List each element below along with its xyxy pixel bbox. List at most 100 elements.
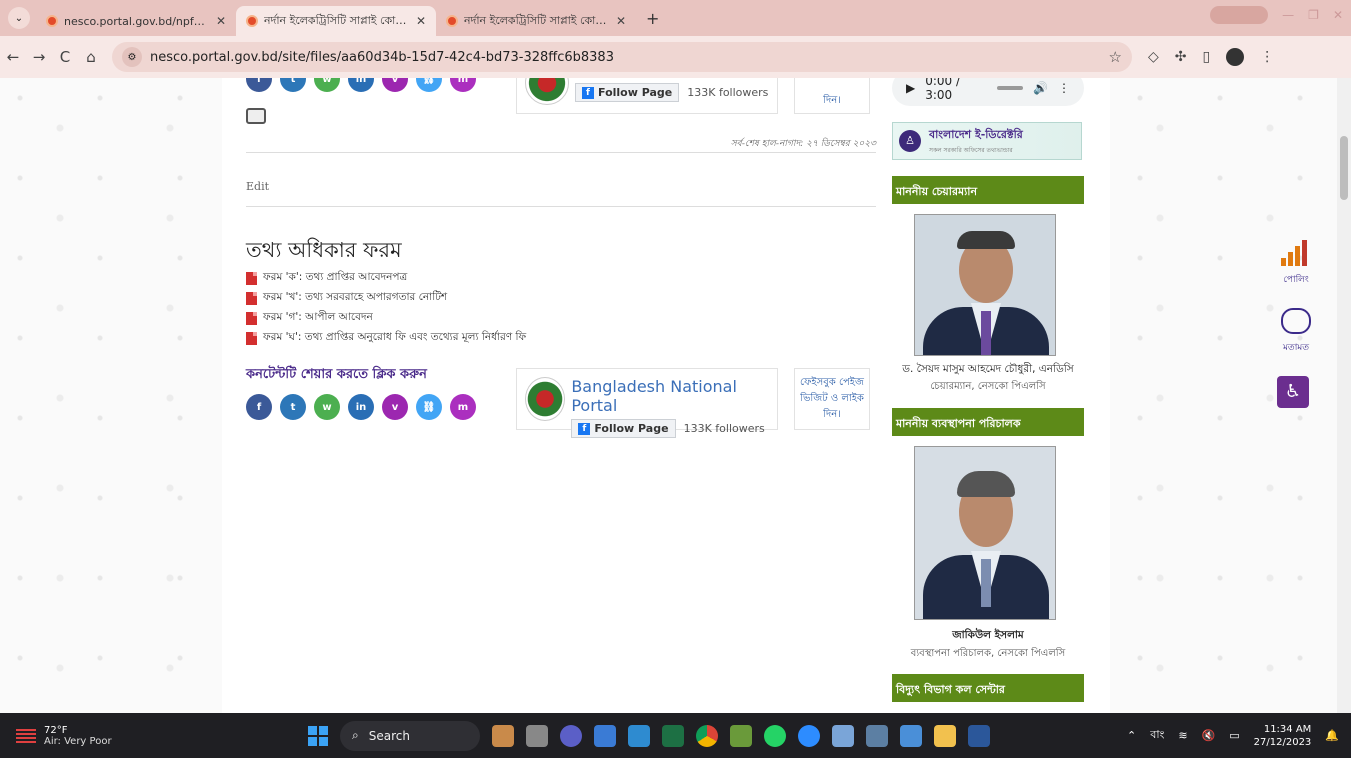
messenger-icon[interactable]: m: [450, 394, 476, 420]
tray-chevron-icon[interactable]: ⌃: [1127, 729, 1136, 742]
messenger-icon[interactable]: m: [450, 78, 476, 92]
clock[interactable]: 11:34 AM 27/12/2023: [1254, 723, 1312, 749]
page-viewport: f t w in v ⛓ m f Follow Page 133K followers দিন…: [0, 78, 1351, 713]
whatsapp-icon[interactable]: w: [314, 394, 340, 420]
profile-avatar[interactable]: [1226, 48, 1245, 66]
windows-start-icon[interactable]: [308, 725, 328, 746]
volume-muted-icon[interactable]: 🔇: [1202, 729, 1216, 742]
url-text[interactable]: nesco.portal.gov.bd/site/files/aa60d34b-…: [150, 50, 1101, 65]
fb-page-name[interactable]: Bangladesh National Portal: [571, 377, 769, 415]
browser-tab[interactable]: nesco.portal.gov.bd/npfadmin/ ✕: [36, 6, 236, 36]
edit-link[interactable]: Edit: [246, 180, 269, 193]
volume-icon[interactable]: 🔊: [1033, 81, 1048, 95]
word-icon[interactable]: [968, 724, 990, 747]
app-icon[interactable]: [866, 724, 888, 747]
bookmark-star-icon[interactable]: ☆: [1109, 48, 1122, 66]
share-buttons: f t w in v ⛓ m: [246, 394, 476, 420]
close-tab-icon[interactable]: ✕: [616, 14, 626, 28]
weather-air: Air: Very Poor: [44, 735, 112, 747]
close-tab-icon[interactable]: ✕: [416, 14, 426, 28]
app-icon[interactable]: [730, 724, 752, 747]
battery-icon[interactable]: ▭: [1229, 729, 1239, 742]
whatsapp-icon[interactable]: w: [314, 78, 340, 92]
play-icon[interactable]: ▶: [906, 81, 915, 95]
scrollbar-thumb[interactable]: [1340, 136, 1348, 200]
browser-tab-active[interactable]: নর্দান ইলেকট্রিসিটি সাপ্লাই কোম্পানি ✕: [236, 6, 436, 36]
site-info-icon[interactable]: ⚙: [122, 47, 142, 67]
tab-search-button[interactable]: ⌄: [8, 7, 30, 29]
chrome-icon[interactable]: [696, 724, 718, 747]
facebook-icon[interactable]: f: [246, 78, 272, 92]
fb-like-box-top[interactable]: দিন।: [794, 78, 870, 114]
linkedin-icon[interactable]: in: [348, 394, 374, 420]
file-link[interactable]: ফরম 'ক': তথ্য প্রাপ্তির আবেদনপত্র: [246, 268, 526, 288]
e-directory-subtitle: সকল সরকারি অফিসের তথ্যভান্ডার: [929, 147, 1013, 154]
taskbar-search[interactable]: ⌕ Search: [340, 720, 480, 751]
linkedin-icon[interactable]: in: [348, 78, 374, 92]
twitter-icon[interactable]: t: [280, 78, 306, 92]
remote-desktop-icon[interactable]: [628, 724, 650, 747]
side-panel-icon[interactable]: ▯: [1203, 49, 1211, 65]
print-icon[interactable]: [246, 108, 266, 124]
facebook-icon[interactable]: f: [246, 394, 272, 420]
minimize-icon[interactable]: —: [1282, 8, 1294, 22]
file-link[interactable]: ফরম 'ঘ': তথ্য প্রাপ্তির অনুরোধ ফি এবং তথ…: [246, 328, 526, 348]
file-label[interactable]: ফরম 'ক': তথ্য প্রাপ্তির আবেদনপত্র: [263, 270, 407, 287]
back-icon[interactable]: ←: [0, 48, 26, 66]
maximize-icon[interactable]: ❐: [1308, 8, 1319, 22]
audio-menu-icon[interactable]: ⋮: [1058, 81, 1070, 95]
weather-temp: 72°F: [44, 724, 68, 736]
excel-icon[interactable]: [662, 724, 684, 747]
link-icon[interactable]: ⛓: [416, 394, 442, 420]
extension-icon[interactable]: ◇: [1148, 49, 1159, 65]
polling-label: পোলিং: [1283, 275, 1309, 285]
weather-widget[interactable]: 72°F Air: Very Poor: [16, 725, 276, 747]
fb-follow-button[interactable]: f Follow Page: [575, 83, 680, 102]
extensions-puzzle-icon[interactable]: ✣: [1175, 49, 1187, 65]
teams-chat-icon[interactable]: [560, 724, 582, 747]
audio-player[interactable]: ▶ 0:00 / 3:00 🔊 ⋮: [892, 78, 1084, 106]
new-tab-button[interactable]: +: [646, 9, 659, 28]
wifi-icon[interactable]: ≋: [1178, 729, 1187, 742]
file-label[interactable]: ফরম 'গ': আপীল আবেদন: [263, 310, 373, 327]
audio-progress-bar[interactable]: [996, 86, 1024, 90]
viber-icon[interactable]: v: [382, 394, 408, 420]
menu-dots-icon[interactable]: ⋮: [1260, 49, 1274, 65]
fb-follow-button[interactable]: f Follow Page: [571, 419, 676, 438]
extension-pill-icon[interactable]: [1210, 6, 1269, 24]
notification-bell-icon[interactable]: 🔔: [1325, 729, 1339, 742]
network-app-icon[interactable]: [594, 724, 616, 747]
accessibility-widget[interactable]: ♿: [1277, 376, 1309, 408]
facebook-page-box: Bangladesh National Portal f Follow Page …: [516, 368, 778, 438]
fb-like-box[interactable]: ফেইসবুক পেইজ ভিজিট ও লাইক দিন।: [794, 368, 870, 430]
md-role: ব্যবস্থাপনা পরিচালক, নেসকো পিএলসি: [910, 648, 1066, 659]
tab-title: নর্দান ইলেকট্রিসিটি সাপ্লাই কোম্পানি: [464, 13, 610, 27]
file-link[interactable]: ফরম 'গ': আপীল আবেদন: [246, 308, 526, 328]
viber-icon[interactable]: v: [382, 78, 408, 92]
twitter-icon[interactable]: t: [280, 394, 306, 420]
app-icon[interactable]: [900, 724, 922, 747]
widgets-app-icon[interactable]: [492, 724, 514, 747]
task-view-icon[interactable]: [526, 724, 548, 747]
address-bar[interactable]: ⚙ nesco.portal.gov.bd/site/files/aa60d34…: [112, 42, 1132, 72]
link-icon[interactable]: ⛓: [416, 78, 442, 92]
file-label[interactable]: ফরম 'ঘ': তথ্য প্রাপ্তির অনুরোধ ফি এবং তথ…: [263, 330, 526, 347]
close-window-icon[interactable]: ✕: [1333, 8, 1343, 22]
browser-tab[interactable]: নর্দান ইলেকট্রিসিটি সাপ্লাই কোম্পানি ✕: [436, 6, 636, 36]
file-link[interactable]: ফরম 'খ': তথ্য সরবরাহে অপারগতার নোটিশ: [246, 288, 526, 308]
app-icon[interactable]: [832, 724, 854, 747]
feedback-widget[interactable]: মতামত: [1281, 308, 1311, 355]
haze-icon: [16, 728, 36, 743]
home-icon[interactable]: ⌂: [78, 48, 104, 66]
scrollbar[interactable]: [1337, 78, 1351, 713]
whatsapp-icon[interactable]: [764, 724, 786, 747]
zoom-icon[interactable]: [798, 724, 820, 747]
file-explorer-icon[interactable]: [934, 724, 956, 747]
e-directory-banner[interactable]: ♙ বাংলাদেশ ই-ডিরেক্টরি সকল সরকারি অফিসের…: [892, 122, 1082, 160]
reload-icon[interactable]: C: [52, 48, 78, 66]
close-tab-icon[interactable]: ✕: [216, 14, 226, 28]
language-indicator[interactable]: বাং: [1150, 726, 1164, 745]
file-label[interactable]: ফরম 'খ': তথ্য সরবরাহে অপারগতার নোটিশ: [263, 290, 447, 307]
forward-icon[interactable]: →: [26, 48, 52, 66]
polling-widget[interactable]: পোলিং: [1281, 236, 1311, 287]
